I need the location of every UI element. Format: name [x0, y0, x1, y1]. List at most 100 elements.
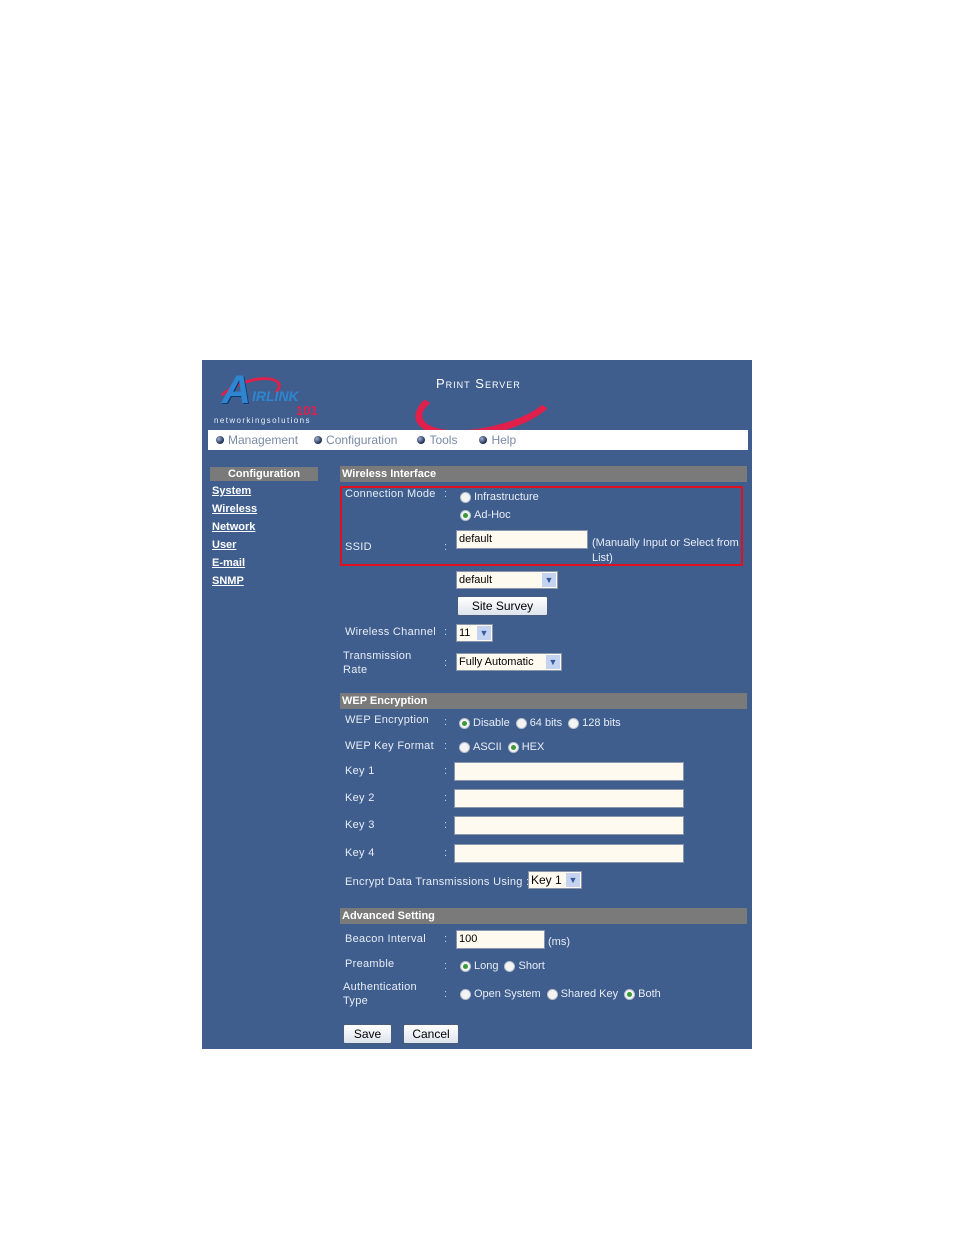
option-label: ASCII	[473, 741, 502, 753]
nav-configuration[interactable]: Configuration	[314, 433, 397, 447]
site-survey-button[interactable]: Site Survey	[457, 596, 548, 616]
colon: :	[444, 541, 448, 553]
ssid-note: (Manually Input or Select from List)	[592, 536, 742, 566]
nav-label: Help	[491, 433, 517, 447]
select-value: 11	[459, 627, 471, 639]
key-2-input[interactable]	[454, 789, 684, 808]
colon: :	[444, 819, 448, 831]
radio-long[interactable]	[460, 960, 471, 972]
nav-management[interactable]: Management	[216, 433, 298, 447]
key-2-label: Key 2	[345, 792, 375, 804]
ssid-note-text: (Manually Input or Select from List)	[592, 537, 739, 564]
sidebar-item-snmp[interactable]: SNMP	[212, 575, 318, 589]
radio-short[interactable]	[504, 960, 516, 972]
radio-open-system[interactable]	[460, 988, 471, 1000]
key-1-label: Key 1	[345, 765, 375, 777]
preamble-options: Long Short	[460, 960, 551, 972]
advanced-setting-heading: Advanced Setting	[340, 908, 747, 924]
product-title: Print Server	[436, 376, 521, 391]
radio-disable[interactable]	[459, 717, 470, 729]
option-label: Disable	[473, 717, 510, 729]
colon: :	[444, 933, 448, 945]
wep-key-format-label: WEP Key Format	[345, 740, 434, 752]
wep-encryption-heading: WEP Encryption	[340, 693, 747, 709]
colon: :	[444, 740, 448, 752]
key-format-options: ASCII HEX	[459, 741, 550, 753]
sidebar-item-system[interactable]: System	[212, 485, 318, 499]
connection-mode-label: Connection Mode	[345, 488, 436, 500]
radio-hex[interactable]	[507, 741, 519, 753]
colon: :	[444, 716, 448, 728]
radio-shared-key[interactable]	[546, 988, 558, 1000]
transmission-rate-select[interactable]: Fully Automatic ▼	[456, 653, 562, 671]
radio-64-bits[interactable]	[515, 717, 527, 729]
select-value: default	[459, 574, 493, 586]
sidebar: Configuration System Wireless Network Us…	[210, 467, 318, 589]
cancel-button[interactable]: Cancel	[403, 1024, 459, 1044]
nav-label: Configuration	[326, 433, 398, 447]
colon: :	[444, 988, 448, 1000]
chevron-down-icon: ▼	[566, 873, 580, 887]
key-4-label: Key 4	[345, 847, 375, 859]
option-label: Shared Key	[560, 988, 619, 1000]
colon: :	[444, 488, 448, 500]
bullet-icon	[479, 436, 488, 444]
wep-encryption-label: WEP Encryption	[345, 714, 430, 726]
encrypt-key-select[interactable]: Key 1 ▼	[528, 871, 582, 889]
chevron-down-icon: ▼	[546, 655, 560, 669]
authentication-options: Open System Shared Key Both	[460, 988, 667, 1000]
key-1-input[interactable]	[454, 762, 684, 781]
top-nav: Management Configuration Tools Help	[208, 430, 748, 450]
chevron-down-icon: ▼	[542, 573, 556, 587]
nav-label: Tools	[429, 433, 458, 447]
sidebar-item-network[interactable]: Network	[212, 521, 318, 535]
colon: :	[444, 765, 448, 777]
logo-brand: IRLINK	[252, 388, 299, 404]
option-label: Ad-Hoc	[474, 509, 511, 521]
radio-both[interactable]	[624, 988, 636, 1000]
ssid-input[interactable]: default	[456, 530, 588, 549]
sidebar-heading: Configuration	[210, 467, 318, 481]
sidebar-item-wireless[interactable]: Wireless	[212, 503, 318, 517]
radio-adhoc[interactable]: Ad-Hoc	[460, 509, 517, 521]
bullet-icon	[314, 436, 323, 444]
print-server-config-panel: A IRLINK 101 networkingsolutions Print S…	[202, 360, 752, 1049]
beacon-interval-input[interactable]: 100	[456, 930, 545, 949]
option-label: Both	[638, 988, 661, 1000]
ssid-label: SSID	[345, 541, 372, 553]
wireless-interface-heading: Wireless Interface	[340, 466, 747, 482]
option-label: HEX	[521, 741, 545, 753]
nav-help[interactable]: Help	[479, 433, 516, 447]
colon: :	[444, 847, 448, 859]
radio-infrastructure[interactable]: Infrastructure	[460, 491, 545, 503]
channel-select[interactable]: 11 ▼	[456, 624, 493, 642]
sidebar-item-email[interactable]: E-mail	[212, 557, 318, 571]
save-button[interactable]: Save	[343, 1024, 392, 1044]
colon: :	[444, 657, 448, 669]
radio-ascii[interactable]	[459, 741, 470, 753]
transmission-rate-label: Transmission Rate	[343, 650, 412, 676]
encrypt-using-label: Encrypt Data Transmissions Using :	[345, 876, 530, 888]
chevron-down-icon: ▼	[477, 626, 491, 640]
colon: :	[444, 792, 448, 804]
select-value: Fully Automatic	[459, 656, 534, 668]
beacon-unit: (ms)	[548, 936, 570, 948]
nav-label: Management	[228, 433, 299, 447]
option-label: 128 bits	[582, 717, 621, 729]
ssid-list-select[interactable]: default ▼	[456, 571, 558, 589]
bullet-icon	[417, 436, 426, 444]
radio-icon	[460, 491, 471, 503]
key-4-input[interactable]	[454, 844, 684, 863]
colon: :	[444, 960, 448, 972]
radio-128-bits[interactable]	[568, 717, 580, 729]
nav-tools[interactable]: Tools	[417, 433, 457, 447]
key-3-label: Key 3	[345, 819, 375, 831]
logo-tagline: networkingsolutions	[214, 416, 311, 425]
wep-encryption-options: Disable 64 bits 128 bits	[459, 717, 627, 729]
option-label: Long	[474, 960, 499, 972]
sidebar-item-user[interactable]: User	[212, 539, 318, 553]
select-value: Key 1	[531, 873, 562, 887]
key-3-input[interactable]	[454, 816, 684, 835]
beacon-interval-label: Beacon Interval	[345, 933, 426, 945]
option-label: Infrastructure	[474, 491, 539, 503]
